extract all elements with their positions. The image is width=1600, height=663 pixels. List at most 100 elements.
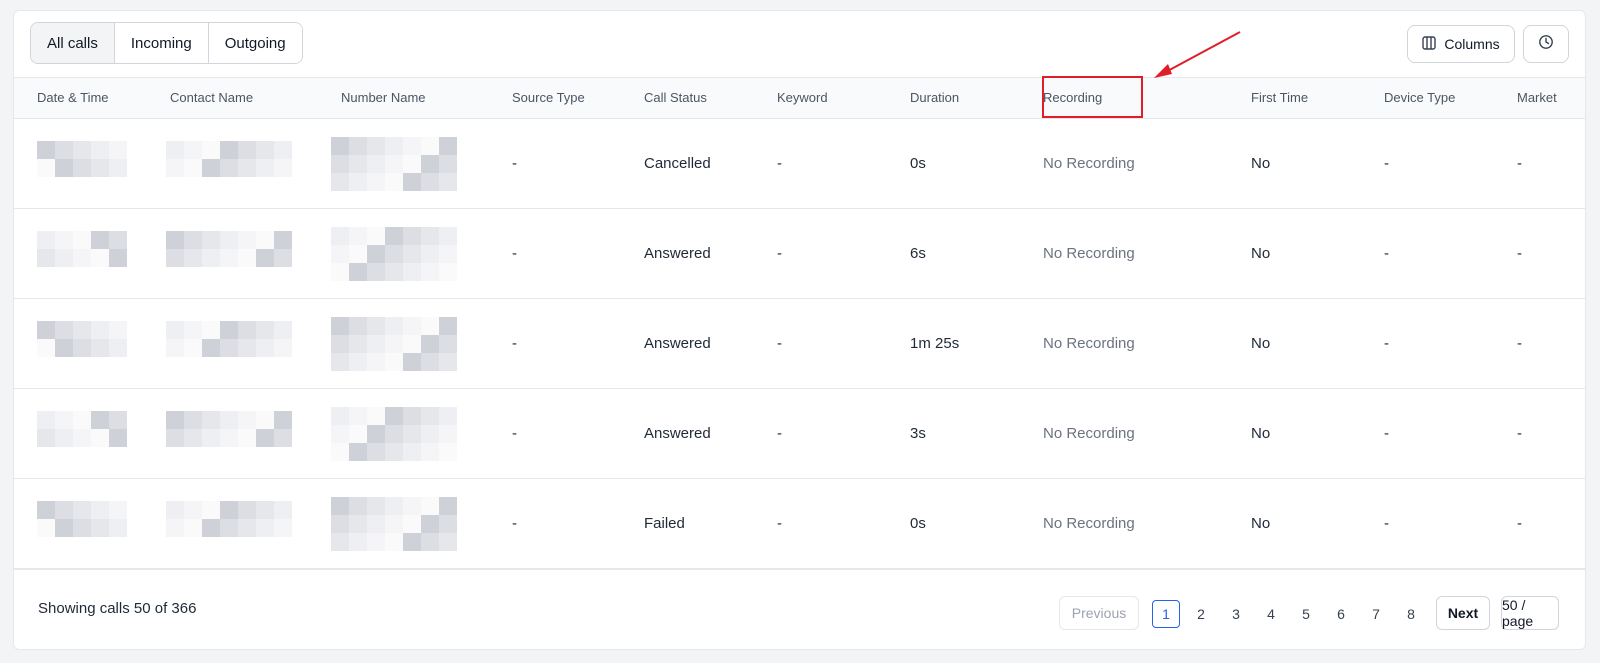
redacted-cell	[37, 159, 55, 177]
redacted-cell	[238, 141, 256, 159]
cell-keyword: -	[777, 335, 782, 352]
redacted-cell	[331, 497, 349, 515]
header-number-name[interactable]: Number Name	[341, 78, 426, 118]
redacted-cell	[421, 335, 439, 353]
redacted-cell	[109, 519, 127, 537]
page-6[interactable]: 6	[1327, 600, 1355, 628]
redacted-cell	[202, 231, 220, 249]
page-4[interactable]: 4	[1257, 600, 1285, 628]
redacted-cell	[202, 159, 220, 177]
redacted-cell	[73, 249, 91, 267]
redacted-cell	[439, 137, 457, 155]
per-page-select[interactable]: 50 / page	[1501, 596, 1559, 630]
redacted-cell	[202, 141, 220, 159]
redacted-cell	[238, 411, 256, 429]
redacted-cell	[274, 141, 292, 159]
redacted-cell	[166, 429, 184, 447]
redacted-cell	[367, 317, 385, 335]
redacted-cell	[256, 321, 274, 339]
redacted-cell	[166, 519, 184, 537]
redacted-cell	[55, 501, 73, 519]
redacted-cell	[55, 141, 73, 159]
redacted-cell	[349, 227, 367, 245]
cell-market: -	[1517, 425, 1522, 442]
redacted-cell	[202, 411, 220, 429]
page-5[interactable]: 5	[1292, 600, 1320, 628]
header-contact-name[interactable]: Contact Name	[170, 78, 253, 118]
redacted-cell	[37, 141, 55, 159]
header-date-time[interactable]: Date & Time	[37, 78, 109, 118]
header-device-type[interactable]: Device Type	[1384, 78, 1455, 118]
header-source-type[interactable]: Source Type	[512, 78, 585, 118]
redacted-cell	[184, 429, 202, 447]
tab-all-calls[interactable]: All calls	[31, 23, 115, 63]
redacted-cell	[73, 231, 91, 249]
redacted-cell	[109, 501, 127, 519]
redacted-cell	[367, 353, 385, 371]
redacted-cell	[367, 227, 385, 245]
table-row[interactable]: - Cancelled - 0s No Recording No - -	[14, 119, 1585, 209]
redacted-cell	[439, 407, 457, 425]
redacted-cell	[403, 317, 421, 335]
next-button[interactable]: Next	[1436, 596, 1490, 630]
table-row[interactable]: - Answered - 6s No Recording No - -	[14, 209, 1585, 299]
redacted-cell	[238, 339, 256, 357]
redacted-cell	[349, 137, 367, 155]
header-call-status[interactable]: Call Status	[644, 78, 707, 118]
redacted-cell	[109, 321, 127, 339]
page-8[interactable]: 8	[1397, 600, 1425, 628]
redacted-cell	[349, 263, 367, 281]
redacted-cell	[349, 497, 367, 515]
table-row[interactable]: - Answered - 1m 25s No Recording No - -	[14, 299, 1585, 389]
redacted-cell	[421, 263, 439, 281]
columns-button[interactable]: Columns	[1407, 25, 1515, 63]
redacted-content	[37, 321, 127, 357]
redacted-cell	[238, 501, 256, 519]
page-2[interactable]: 2	[1187, 600, 1215, 628]
header-market[interactable]: Market	[1517, 78, 1557, 118]
redacted-cell	[439, 245, 457, 263]
redacted-cell	[91, 141, 109, 159]
redacted-cell	[220, 321, 238, 339]
header-keyword[interactable]: Keyword	[777, 78, 828, 118]
page-1[interactable]: 1	[1152, 600, 1180, 628]
redacted-cell	[220, 141, 238, 159]
columns-button-label: Columns	[1444, 36, 1500, 52]
header-recording[interactable]: Recording	[1043, 78, 1102, 118]
refresh-button[interactable]	[1523, 25, 1569, 63]
redacted-content	[331, 497, 457, 551]
header-duration[interactable]: Duration	[910, 78, 959, 118]
redacted-cell	[166, 321, 184, 339]
redacted-cell	[385, 533, 403, 551]
table-row[interactable]: - Failed - 0s No Recording No - -	[14, 479, 1585, 569]
refresh-clock-icon	[1538, 34, 1554, 55]
cell-duration: 0s	[910, 155, 926, 172]
redacted-cell	[403, 245, 421, 263]
redacted-cell	[421, 227, 439, 245]
previous-button[interactable]: Previous	[1059, 596, 1139, 630]
header-first-time[interactable]: First Time	[1251, 78, 1308, 118]
redacted-cell	[385, 263, 403, 281]
tab-incoming[interactable]: Incoming	[114, 23, 209, 63]
page-7[interactable]: 7	[1362, 600, 1390, 628]
redacted-cell	[274, 249, 292, 267]
redacted-cell	[439, 515, 457, 533]
call-filter-tabs: All calls Incoming Outgoing	[30, 22, 303, 64]
redacted-cell	[256, 339, 274, 357]
redacted-cell	[331, 515, 349, 533]
cell-first-time: No	[1251, 425, 1271, 442]
redacted-cell	[55, 519, 73, 537]
redacted-cell	[109, 429, 127, 447]
redacted-cell	[37, 231, 55, 249]
redacted-cell	[367, 443, 385, 461]
redacted-cell	[184, 519, 202, 537]
redacted-cell	[109, 159, 127, 177]
redacted-cell	[367, 335, 385, 353]
redacted-cell	[274, 519, 292, 537]
tab-outgoing[interactable]: Outgoing	[208, 23, 302, 63]
redacted-cell	[421, 443, 439, 461]
table-row[interactable]: - Answered - 3s No Recording No - -	[14, 389, 1585, 479]
redacted-cell	[238, 429, 256, 447]
redacted-cell	[439, 443, 457, 461]
page-3[interactable]: 3	[1222, 600, 1250, 628]
